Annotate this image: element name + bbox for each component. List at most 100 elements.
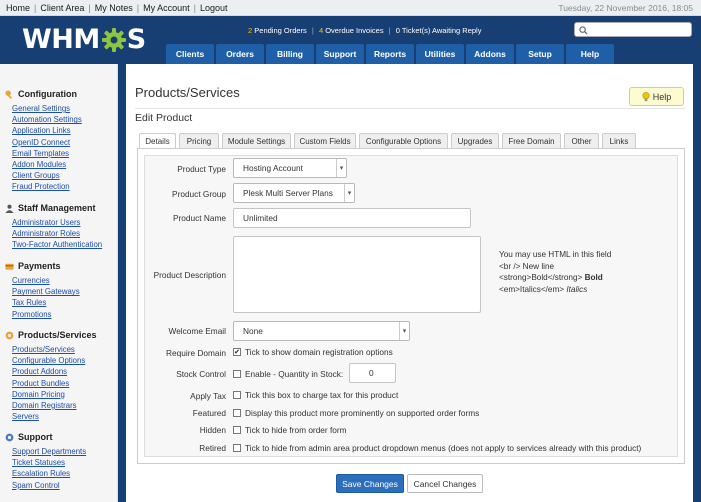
overdue-invoices-link[interactable]: Overdue Invoices xyxy=(325,26,383,35)
sidebar-link-servers[interactable]: Servers xyxy=(12,411,97,422)
sidebar-link-domain-pricing[interactable]: Domain Pricing xyxy=(12,389,97,400)
title-divider xyxy=(135,108,685,109)
retired-checkbox[interactable] xyxy=(233,444,241,452)
tab-links[interactable]: Links xyxy=(602,133,636,148)
help-button[interactable]: Help xyxy=(629,87,684,106)
nav-utilities[interactable]: Utilities xyxy=(416,44,464,64)
sidebar-link-addon-modules[interactable]: Addon Modules xyxy=(12,159,82,170)
chevron-down-icon: ▾ xyxy=(344,184,354,202)
sidebar-link-two-factor[interactable]: Two-Factor Authentication xyxy=(12,239,102,250)
sidebar-section-title: Configuration xyxy=(18,89,77,99)
product-type-select[interactable]: Hosting Account ▾ xyxy=(233,158,347,178)
sidebar-link-product-bundles[interactable]: Product Bundles xyxy=(12,378,97,389)
sidebar-link-product-addons[interactable]: Product Addons xyxy=(12,366,97,377)
stock-quantity-input[interactable]: 0 xyxy=(349,363,396,383)
tab-details[interactable]: Details xyxy=(139,133,176,149)
nav-setup[interactable]: Setup xyxy=(516,44,564,64)
hidden-label: Hidden xyxy=(199,425,226,435)
sidebar-link-products-services[interactable]: Products/Services xyxy=(12,344,97,355)
chevron-down-icon: ▾ xyxy=(336,159,346,177)
nav-orders[interactable]: Orders xyxy=(216,44,264,64)
sidebar-link-administrator-roles[interactable]: Administrator Roles xyxy=(12,228,102,239)
require-domain-row: ✔ Tick to show domain registration optio… xyxy=(233,347,393,357)
sidebar-link-support-departments[interactable]: Support Departments xyxy=(12,446,86,457)
sidebar-link-escalation-rules[interactable]: Escalation Rules xyxy=(12,468,86,479)
admin-alerts: 2 Pending Orders | 4 Overdue Invoices | … xyxy=(248,26,482,35)
cancel-changes-button[interactable]: Cancel Changes xyxy=(407,474,483,493)
sidebar-link-domain-registrars[interactable]: Domain Registrars xyxy=(12,400,97,411)
retired-row: Tick to hide from admin area product dro… xyxy=(233,443,641,453)
sidebar-link-client-groups[interactable]: Client Groups xyxy=(12,170,82,181)
current-date: Tuesday, 22 November 2016, 18:05 xyxy=(558,3,693,13)
tab-configurable-options[interactable]: Configurable Options xyxy=(359,133,448,148)
product-name-input[interactable]: Unlimited xyxy=(233,208,471,228)
tab-upgrades[interactable]: Upgrades xyxy=(451,133,499,148)
require-domain-checkbox[interactable]: ✔ xyxy=(233,348,241,356)
description-label: Product Description xyxy=(153,270,226,280)
stock-control-label: Stock Control xyxy=(176,369,226,379)
sidebar-link-payment-gateways[interactable]: Payment Gateways xyxy=(12,286,80,297)
nav-billing[interactable]: Billing xyxy=(266,44,314,64)
nav-support[interactable]: Support xyxy=(316,44,364,64)
sidebar-link-administrator-users[interactable]: Administrator Users xyxy=(12,217,102,228)
featured-row: Display this product more prominently on… xyxy=(233,408,479,418)
nav-reports[interactable]: Reports xyxy=(366,44,414,64)
tab-custom-fields[interactable]: Custom Fields xyxy=(294,133,356,148)
whmcs-logo[interactable]: WHM S xyxy=(22,24,146,55)
stock-control-checkbox[interactable] xyxy=(233,370,241,378)
sidebar-section-payments: Payments Currencies Payment Gateways Tax… xyxy=(5,260,80,320)
topnav-home-link[interactable]: Home xyxy=(6,3,30,13)
tab-pricing[interactable]: Pricing xyxy=(179,133,219,148)
top-nav: Home | Client Area | My Notes | My Account |… xyxy=(6,3,228,13)
right-edge xyxy=(693,64,701,502)
sidebar-section-products: Products/Services Products/Services Conf… xyxy=(5,329,97,422)
save-changes-button[interactable]: Save Changes xyxy=(336,474,404,493)
welcome-email-select[interactable]: None ▾ xyxy=(233,321,410,341)
sidebar-link-application-links[interactable]: Application Links xyxy=(12,125,82,136)
nav-help[interactable]: Help xyxy=(566,44,614,64)
tab-module-settings[interactable]: Module Settings xyxy=(222,133,291,148)
hidden-checkbox[interactable] xyxy=(233,426,241,434)
sidebar-link-general-settings[interactable]: General Settings xyxy=(12,103,82,114)
pending-orders-count[interactable]: 2 xyxy=(248,26,252,35)
featured-checkbox[interactable] xyxy=(233,409,241,417)
sidebar-link-promotions[interactable]: Promotions xyxy=(12,309,80,320)
stock-control-row: Enable - Quantity in Stock: xyxy=(233,369,343,379)
nav-addons[interactable]: Addons xyxy=(466,44,514,64)
apply-tax-row: Tick this box to charge tax for this pro… xyxy=(233,390,398,400)
apply-tax-label: Apply Tax xyxy=(190,391,226,401)
pending-orders-link[interactable]: Pending Orders xyxy=(254,26,307,35)
apply-tax-checkbox[interactable] xyxy=(233,391,241,399)
tab-other[interactable]: Other xyxy=(564,133,599,148)
nav-clients[interactable]: Clients xyxy=(166,44,214,64)
sidebar-edge xyxy=(118,64,126,502)
topnav-my-notes-link[interactable]: My Notes xyxy=(95,3,133,13)
sidebar-link-currencies[interactable]: Currencies xyxy=(12,275,80,286)
tickets-count[interactable]: 0 xyxy=(396,26,400,35)
sidebar-link-email-templates[interactable]: Email Templates xyxy=(12,148,82,159)
overdue-invoices-count[interactable]: 4 xyxy=(319,26,323,35)
top-bar: Home | Client Area | My Notes | My Account |… xyxy=(0,0,701,16)
sidebar-link-configurable-options[interactable]: Configurable Options xyxy=(12,355,97,366)
products-icon xyxy=(5,331,14,339)
sidebar-link-ticket-statuses[interactable]: Ticket Statuses xyxy=(12,457,86,468)
tab-free-domain[interactable]: Free Domain xyxy=(502,133,561,148)
sidebar-section-staff: Staff Management Administrator Users Adm… xyxy=(5,202,102,251)
search-input[interactable] xyxy=(574,22,692,37)
tickets-awaiting-link[interactable]: Ticket(s) Awaiting Reply xyxy=(402,26,482,35)
topnav-my-account-link[interactable]: My Account xyxy=(143,3,190,13)
retired-label: Retired xyxy=(199,443,226,453)
sidebar-link-openid-connect[interactable]: OpenID Connect xyxy=(12,137,82,148)
sidebar-link-automation-settings[interactable]: Automation Settings xyxy=(12,114,82,125)
sidebar-link-tax-rules[interactable]: Tax Rules xyxy=(12,297,80,308)
page-title: Products/Services xyxy=(135,85,240,100)
sidebar-link-fraud-protection[interactable]: Fraud Protection xyxy=(12,181,82,192)
sidebar-link-spam-control[interactable]: Spam Control xyxy=(12,480,86,491)
product-description-textarea[interactable] xyxy=(233,236,481,313)
product-tabs: Details Pricing Module Settings Custom F… xyxy=(139,133,636,149)
sidebar-section-configuration: Configuration General Settings Automatio… xyxy=(5,88,82,193)
require-domain-label: Require Domain xyxy=(166,348,226,358)
product-group-select[interactable]: Plesk Multi Server Plans ▾ xyxy=(233,183,355,203)
topnav-logout-link[interactable]: Logout xyxy=(200,3,228,13)
topnav-client-area-link[interactable]: Client Area xyxy=(40,3,84,13)
